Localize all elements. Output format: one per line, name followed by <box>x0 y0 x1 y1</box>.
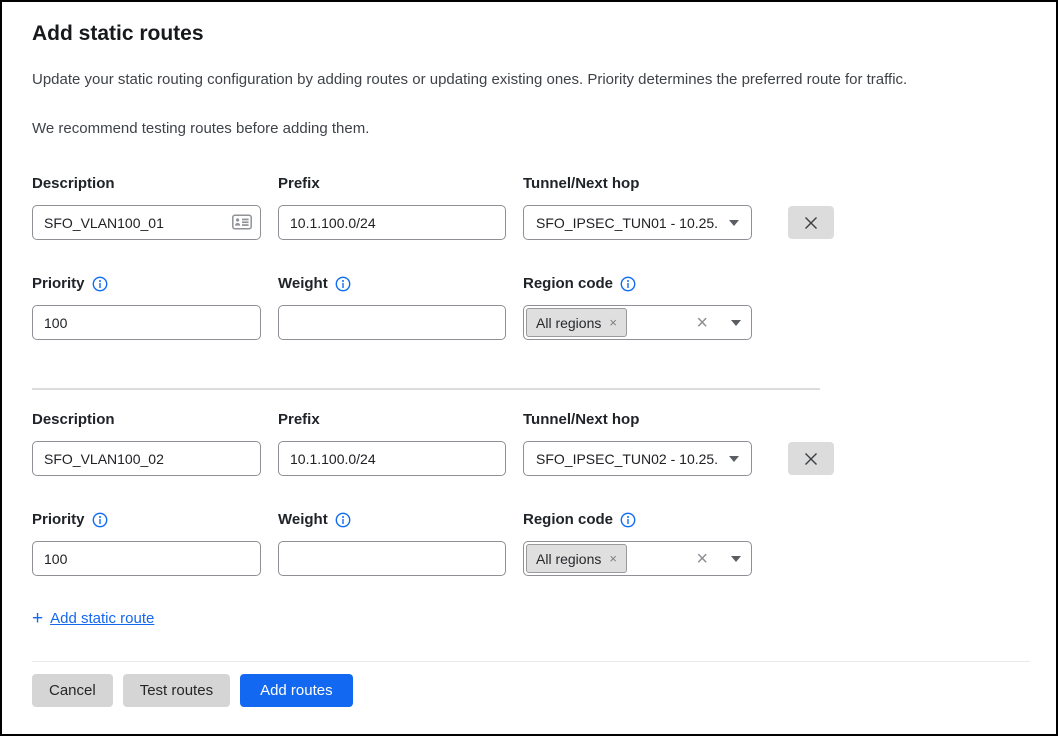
priority-field-1: Priority <box>32 274 261 340</box>
prefix-input[interactable] <box>278 205 506 240</box>
test-routes-button[interactable]: Test routes <box>123 674 230 707</box>
add-routes-button[interactable]: Add routes <box>240 674 353 707</box>
chevron-down-icon <box>729 220 739 226</box>
prefix-field-2: Prefix <box>278 410 506 476</box>
region-code-label: Region code <box>523 274 613 294</box>
info-icon[interactable] <box>335 512 351 528</box>
tunnel-field-1: Tunnel/Next hop SFO_IPSEC_TUN01 - 10.25.… <box>523 174 752 240</box>
info-icon[interactable] <box>620 512 636 528</box>
tunnel-field-2: Tunnel/Next hop SFO_IPSEC_TUN02 - 10.25.… <box>523 410 752 476</box>
tunnel-select[interactable]: SFO_IPSEC_TUN01 - 10.25... <box>523 205 752 240</box>
tunnel-next-hop-label: Tunnel/Next hop <box>523 174 752 194</box>
prefix-label: Prefix <box>278 410 506 430</box>
description-field-2: Description <box>32 410 261 476</box>
cancel-button[interactable]: Cancel <box>32 674 113 707</box>
route-block-2: Description Prefix Tunnel/Next hop SFO_I… <box>32 410 1026 576</box>
description-input[interactable] <box>32 205 261 240</box>
weight-label: Weight <box>278 274 328 294</box>
priority-input[interactable] <box>32 541 261 576</box>
chevron-down-icon <box>731 556 741 562</box>
route-divider <box>32 388 820 390</box>
clear-selection-icon[interactable]: × <box>696 313 708 333</box>
dialog-recommendation-text: We recommend testing routes before addin… <box>32 119 1026 138</box>
region-tag-label: All regions <box>536 551 601 567</box>
plus-icon: + <box>32 609 43 628</box>
page-title: Add static routes <box>32 20 1026 48</box>
info-icon[interactable] <box>620 276 636 292</box>
prefix-label: Prefix <box>278 174 506 194</box>
region-tag: All regions × <box>526 308 627 337</box>
region-code-label: Region code <box>523 510 613 530</box>
remove-route-button[interactable] <box>788 442 834 475</box>
close-icon <box>802 214 820 232</box>
region-tag-label: All regions <box>536 315 601 331</box>
route-block-1: Description <box>32 174 1026 340</box>
add-static-routes-dialog: Add static routes Update your static rou… <box>0 0 1058 736</box>
info-icon[interactable] <box>92 276 108 292</box>
region-select[interactable]: All regions × × <box>523 305 752 340</box>
description-label: Description <box>32 410 261 430</box>
weight-input[interactable] <box>278 541 506 576</box>
priority-input[interactable] <box>32 305 261 340</box>
description-label: Description <box>32 174 261 194</box>
tunnel-select[interactable]: SFO_IPSEC_TUN02 - 10.25... <box>523 441 752 476</box>
weight-field-2: Weight <box>278 510 506 576</box>
tunnel-selected-value: SFO_IPSEC_TUN01 - 10.25... <box>536 215 719 231</box>
clear-selection-icon[interactable]: × <box>696 549 708 569</box>
info-icon[interactable] <box>335 276 351 292</box>
prefix-input[interactable] <box>278 441 506 476</box>
tunnel-next-hop-label: Tunnel/Next hop <box>523 410 752 430</box>
add-static-route-link[interactable]: + Add static route <box>32 609 154 628</box>
weight-input[interactable] <box>278 305 506 340</box>
description-input[interactable] <box>32 441 261 476</box>
priority-label: Priority <box>32 274 85 294</box>
priority-field-2: Priority <box>32 510 261 576</box>
info-icon[interactable] <box>92 512 108 528</box>
region-code-field-2: Region code All regions × <box>523 510 752 576</box>
dialog-footer: Cancel Test routes Add routes <box>32 661 1030 707</box>
region-tag: All regions × <box>526 544 627 573</box>
remove-route-button[interactable] <box>788 206 834 239</box>
region-select[interactable]: All regions × × <box>523 541 752 576</box>
description-field-1: Description <box>32 174 261 240</box>
dialog-intro-text: Update your static routing configuration… <box>32 70 1026 89</box>
tunnel-selected-value: SFO_IPSEC_TUN02 - 10.25... <box>536 451 719 467</box>
close-icon <box>802 450 820 468</box>
priority-label: Priority <box>32 510 85 530</box>
contact-card-icon[interactable] <box>232 214 252 235</box>
prefix-field-1: Prefix <box>278 174 506 240</box>
remove-tag-icon[interactable]: × <box>609 552 617 565</box>
remove-tag-icon[interactable]: × <box>609 316 617 329</box>
chevron-down-icon <box>731 320 741 326</box>
weight-field-1: Weight <box>278 274 506 340</box>
weight-label: Weight <box>278 510 328 530</box>
chevron-down-icon <box>729 456 739 462</box>
add-static-route-label: Add static route <box>50 610 154 627</box>
region-code-field-1: Region code All regions × <box>523 274 752 340</box>
